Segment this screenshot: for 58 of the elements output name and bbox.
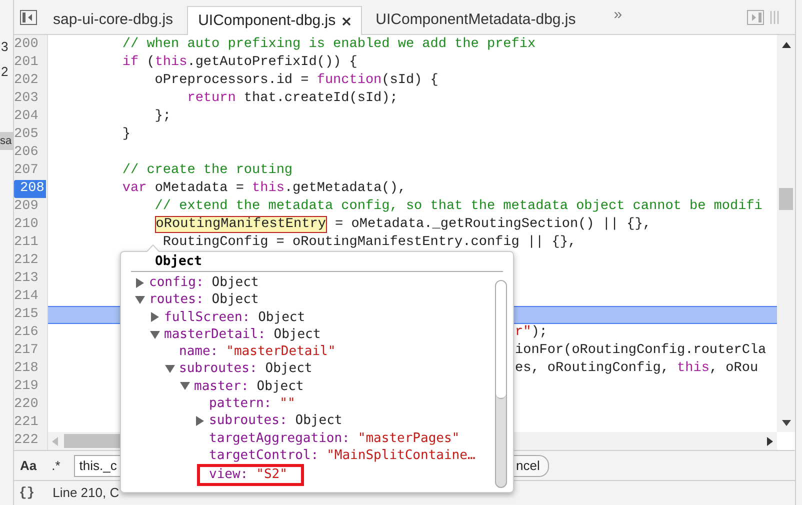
code-text: this [154, 54, 188, 72]
code-text: that.createId(sId); [242, 90, 398, 108]
cursor-position: Line 210, C [52, 484, 120, 502]
code-text: es, oRoutingConfig, [515, 360, 670, 378]
line-number: 209 [14, 199, 40, 214]
code-text: r" [515, 324, 532, 342]
property-entry: view: "S2" [197, 464, 304, 486]
code-text: var [121, 180, 147, 198]
code-text: } [121, 126, 131, 144]
line-number: 218 [14, 361, 40, 376]
popover-title: Object [155, 252, 202, 271]
hovered-token: oRoutingManifestEntry [154, 216, 327, 233]
code-text: RoutingConfig = oRoutingManifestEntry.config || {}, [162, 234, 576, 252]
code-text: oPreprocessors.id = [154, 72, 310, 90]
line-number: 210 [14, 217, 40, 232]
code-text: ( [146, 54, 155, 72]
code-text: // extend the metadata config, so that the metadata object cannot be modifi [154, 198, 762, 216]
code-text: return [186, 90, 236, 108]
code-text: ); [531, 324, 548, 342]
line-number: 201 [14, 55, 40, 70]
line-number: 221 [14, 415, 40, 430]
side-panel-text: 2 [0, 63, 10, 81]
code-text: this [677, 360, 710, 378]
line-number: 207 [14, 163, 40, 178]
property-entry: pattern: "" [209, 395, 296, 412]
code-text: oMetadata = [154, 180, 245, 198]
code-text: if [121, 54, 139, 72]
line-number: 206 [14, 145, 40, 160]
property-entry: targetAggregation: "masterPages" [209, 430, 460, 447]
side-panel-text: 3 [0, 38, 10, 56]
code-text: }; [154, 108, 172, 126]
code-text: function [316, 72, 382, 90]
code-text: .getMetadata(), [284, 180, 406, 198]
line-number: 222 [14, 433, 40, 448]
line-number: 202 [14, 73, 40, 88]
property-entry: targetControl: "MainSplitContaine… [209, 446, 476, 464]
line-number: 215 [14, 307, 40, 322]
line-number: 211 [14, 235, 40, 250]
line-number: 220 [14, 397, 40, 412]
line-number: 214 [14, 289, 40, 304]
code-text: ionFor(oRoutingConfig.routerCla [515, 342, 766, 360]
line-number: 203 [14, 91, 40, 106]
code-text: this [252, 180, 284, 198]
line-number: 217 [14, 343, 40, 358]
code-text: , oRou [709, 360, 758, 378]
line-number: 200 [14, 37, 40, 52]
code-text: = oMetadata._getRoutingSection() || {}, [334, 216, 651, 234]
line-number: 216 [14, 325, 40, 340]
code-text: .getAutoPrefixId()) { [187, 54, 358, 72]
line-number: 219 [14, 379, 40, 394]
line-number: 213 [14, 271, 40, 286]
code-text: // when auto prefixing is enabled we add the prefix [121, 36, 536, 54]
line-number: 212 [14, 253, 40, 268]
code-text: // create the routing [121, 162, 293, 180]
code-text: (sId) { [382, 72, 438, 90]
line-number: 205 [14, 127, 40, 142]
line-number: 204 [14, 109, 40, 124]
property-entry: name: "masterDetail" [179, 343, 336, 360]
